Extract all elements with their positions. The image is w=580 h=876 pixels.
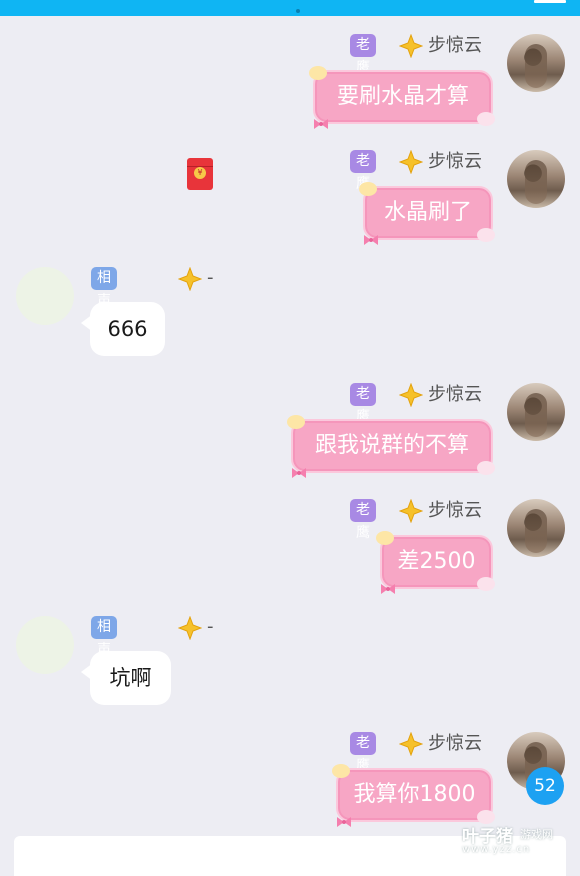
- sender-nickname: 步惊云: [428, 151, 482, 172]
- message-bubble[interactable]: 水晶刷了: [359, 182, 495, 245]
- message-text: 差2500: [397, 549, 476, 574]
- rank-star-icon: [399, 499, 423, 523]
- watermark-url: www.yzz.cn: [462, 844, 531, 855]
- rank-star-icon: [399, 150, 423, 174]
- member-title-badge: 老鹰: [350, 34, 376, 76]
- sender-nickname: 步惊云: [428, 733, 482, 754]
- bubble-decoration: [332, 764, 350, 778]
- message-bubble[interactable]: 跟我说群的不算: [287, 415, 495, 478]
- rank-star-icon: [178, 267, 202, 291]
- message-bubble[interactable]: 666: [81, 302, 165, 356]
- sender-nickname: 步惊云: [428, 384, 482, 405]
- message-bubble[interactable]: 坑啊: [81, 651, 171, 705]
- bow-icon: [381, 584, 395, 594]
- message-bubble[interactable]: 要刷水晶才算: [309, 66, 495, 129]
- bubble-decoration: [309, 66, 327, 80]
- bow-icon: [292, 468, 306, 478]
- bubble-decoration: [477, 228, 495, 242]
- sender-nickname: 步惊云: [428, 35, 482, 56]
- avatar[interactable]: [507, 150, 565, 208]
- sender-nickname: -: [207, 267, 214, 288]
- bubble-tail: [81, 314, 93, 332]
- avatar[interactable]: [507, 34, 565, 92]
- red-envelope-icon[interactable]: ¥: [187, 158, 213, 190]
- bubble-tail: [81, 663, 93, 681]
- bubble-decoration: [359, 182, 377, 196]
- member-title-badge: 老鹰: [350, 499, 376, 541]
- message-text: 坑啊: [109, 666, 152, 690]
- coin-icon: ¥: [194, 167, 206, 179]
- member-title-badge: 老鹰: [350, 383, 376, 425]
- bubble-decoration: [477, 112, 495, 126]
- message-text: 要刷水晶才算: [336, 84, 469, 109]
- rank-star-icon: [399, 34, 423, 58]
- message-text: 水晶刷了: [383, 200, 472, 225]
- message-bubble[interactable]: 差2500: [376, 531, 495, 594]
- bubble-decoration: [477, 461, 495, 475]
- member-title-badge: 相声演员: [91, 616, 117, 704]
- title-indicator: [296, 9, 300, 13]
- message-text: 666: [107, 317, 148, 341]
- rank-star-icon: [178, 616, 202, 640]
- bow-icon: [314, 119, 328, 129]
- member-title-badge: 相声演员: [91, 267, 117, 355]
- message-text: 跟我说群的不算: [314, 433, 469, 458]
- message-bubble[interactable]: 我算你1800: [332, 764, 495, 827]
- watermark-tag: 游戏网: [520, 828, 553, 841]
- message-text: 我算你1800: [353, 782, 476, 807]
- unread-count-badge[interactable]: 52: [526, 767, 564, 805]
- member-title-badge: 老鹰: [350, 732, 376, 774]
- rank-star-icon: [399, 383, 423, 407]
- bow-icon: [337, 817, 351, 827]
- avatar[interactable]: [507, 499, 565, 557]
- bubble-decoration: [287, 415, 305, 429]
- bubble-decoration: [477, 577, 495, 591]
- bow-icon: [364, 235, 378, 245]
- avatar[interactable]: [507, 383, 565, 441]
- menu-icon[interactable]: [534, 0, 566, 3]
- sender-nickname: 步惊云: [428, 500, 482, 521]
- rank-star-icon: [399, 732, 423, 756]
- watermark-logo: 叶子猪 游戏网 www.yzz.cn: [462, 822, 572, 858]
- sender-nickname: -: [207, 616, 214, 637]
- avatar[interactable]: [16, 616, 74, 674]
- avatar[interactable]: [16, 267, 74, 325]
- red-envelope-flap: [187, 158, 213, 167]
- top-bar: [0, 0, 580, 16]
- bubble-decoration: [376, 531, 394, 545]
- member-title-badge: 老鹰: [350, 150, 376, 192]
